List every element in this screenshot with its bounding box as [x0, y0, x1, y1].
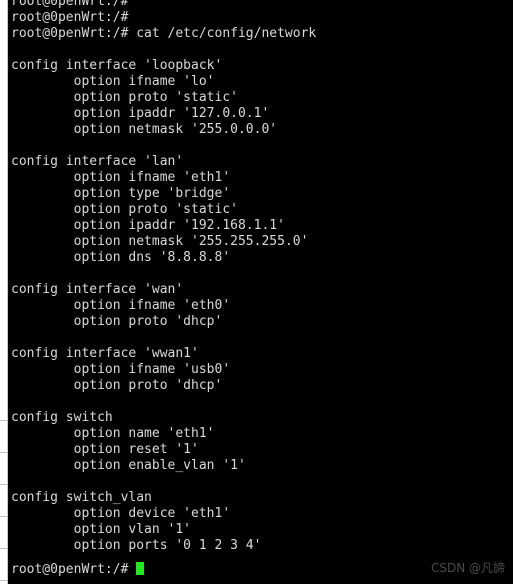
terminal-line: option vlan '1' — [11, 522, 192, 537]
terminal-line: option ifname 'lo' — [11, 74, 215, 89]
terminal-line: option device 'eth1' — [11, 506, 231, 521]
terminal-line: option ipaddr '127.0.0.1' — [11, 106, 270, 121]
terminal-line: option proto 'static' — [11, 90, 238, 105]
text-cursor — [136, 562, 145, 575]
terminal-output: root@0penWrt:/# root@0penWrt:/# root@0penW… — [11, 0, 511, 570]
terminal-line: option ifname 'usb0' — [11, 362, 231, 377]
gutter-tick — [0, 548, 8, 549]
terminal-line: option reset '1' — [11, 442, 199, 457]
terminal-line: config switch — [11, 410, 113, 425]
terminal-line: option netmask '255.0.0.0' — [11, 122, 278, 137]
terminal-line: root@0penWrt:/# — [11, 10, 129, 25]
terminal-line: config interface 'lan' — [11, 154, 184, 169]
terminal-window[interactable]: root@0penWrt:/# root@0penWrt:/# root@0penW… — [8, 0, 513, 584]
terminal-line: config switch_vlan — [11, 490, 152, 505]
terminal-line: option type 'bridge' — [11, 186, 231, 201]
terminal-line: option name 'eth1' — [11, 426, 215, 441]
gutter-tick — [0, 516, 8, 517]
terminal-line: option ifname 'eth1' — [11, 170, 231, 185]
terminal-line: root@0penWrt:/# — [11, 0, 129, 9]
terminal-line: config interface 'wwan1' — [11, 346, 199, 361]
terminal-line: option enable_vlan '1' — [11, 458, 246, 473]
watermark-label: CSDN @凡諦 — [430, 561, 505, 575]
terminal-line: option netmask '255.255.255.0' — [11, 234, 309, 249]
terminal-line: option dns '8.8.8.8' — [11, 250, 231, 265]
terminal-line: option proto 'dhcp' — [11, 314, 223, 329]
terminal-line: option proto 'static' — [11, 202, 238, 217]
terminal-line: config interface 'wan' — [11, 282, 184, 297]
gutter-tick — [0, 452, 8, 453]
gutter-tick — [0, 420, 8, 421]
gutter-tick — [0, 580, 8, 581]
gutter-tick — [0, 484, 8, 485]
terminal-line: root@0penWrt:/# cat /etc/config/network — [11, 26, 317, 41]
terminal-line: option proto 'dhcp' — [11, 378, 223, 393]
terminal-line: option ports '0 1 2 3 4' — [11, 538, 262, 553]
terminal-prompt-line[interactable]: root@0penWrt:/# — [11, 562, 145, 578]
terminal-line: option ifname 'eth0' — [11, 298, 231, 313]
terminal-line: option ipaddr '192.168.1.1' — [11, 218, 285, 233]
terminal-screenshot: root@0penWrt:/# root@0penWrt:/# root@0penW… — [0, 0, 513, 584]
left-gutter-strip — [0, 0, 8, 584]
terminal-line: config interface 'loopback' — [11, 58, 223, 73]
prompt-text: root@0penWrt:/# — [11, 562, 137, 577]
